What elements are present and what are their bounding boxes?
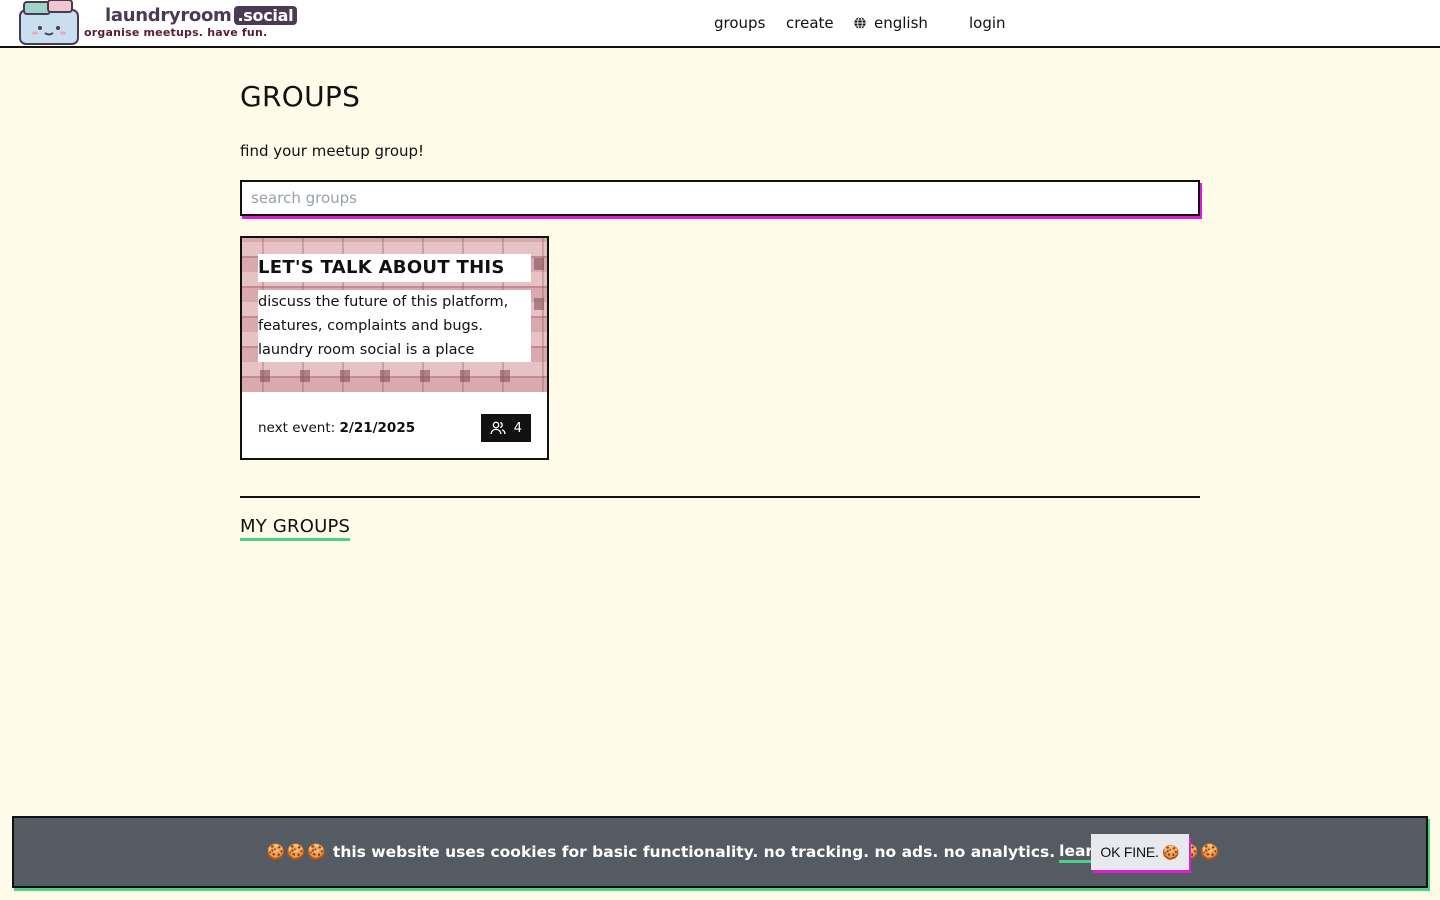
next-event: next event: 2/21/2025 bbox=[258, 420, 415, 436]
globe-icon bbox=[854, 16, 866, 30]
group-card[interactable]: LET'S TALK ABOUT THIS discuss the future… bbox=[240, 236, 549, 460]
nav-login-link[interactable]: login bbox=[969, 0, 1006, 46]
brand-name: laundryroom .social bbox=[105, 5, 298, 26]
users-icon bbox=[490, 421, 506, 435]
nav-groups-link[interactable]: groups bbox=[714, 0, 765, 46]
group-card-footer: next event: 2/21/2025 4 bbox=[258, 414, 531, 442]
laundry-basket-logo-icon bbox=[19, 0, 79, 45]
cookie-message-text: this website uses cookies for basic func… bbox=[332, 843, 1056, 861]
brand-tld: .social bbox=[233, 6, 298, 25]
tagline: organise meetups. have fun. bbox=[84, 26, 268, 39]
brand-name-text: laundryroom bbox=[105, 5, 232, 26]
my-groups-heading[interactable]: MY GROUPS bbox=[240, 516, 351, 541]
language-label: english bbox=[874, 14, 928, 32]
next-event-date: 2/21/2025 bbox=[339, 420, 416, 436]
member-count: 4 bbox=[513, 420, 522, 436]
cookie-icon: 🍪🍪🍪 bbox=[266, 843, 327, 861]
cookie-message: 🍪🍪🍪 this website uses cookies for basic … bbox=[266, 818, 1220, 886]
page-title: GROUPS bbox=[240, 80, 361, 113]
member-count-badge: 4 bbox=[480, 414, 531, 442]
next-event-label: next event: bbox=[258, 420, 336, 436]
page-subtitle: find your meetup group! bbox=[240, 142, 425, 160]
language-selector[interactable]: english bbox=[853, 0, 928, 46]
site-logo[interactable]: laundryroom .social organise meetups. hav… bbox=[12, 0, 298, 46]
accept-cookies-button[interactable]: OK FINE. 🍪 bbox=[1091, 834, 1189, 870]
group-description: discuss the future of this platform, fea… bbox=[258, 290, 531, 362]
group-title: LET'S TALK ABOUT THIS bbox=[258, 254, 531, 282]
search-groups-input[interactable] bbox=[240, 180, 1200, 216]
section-divider bbox=[240, 496, 1200, 498]
top-navigation-bar: laundryroom .social organise meetups. hav… bbox=[0, 0, 1440, 48]
nav-create-link[interactable]: create bbox=[786, 0, 834, 46]
cookie-banner: 🍪🍪🍪 this website uses cookies for basic … bbox=[12, 816, 1428, 888]
